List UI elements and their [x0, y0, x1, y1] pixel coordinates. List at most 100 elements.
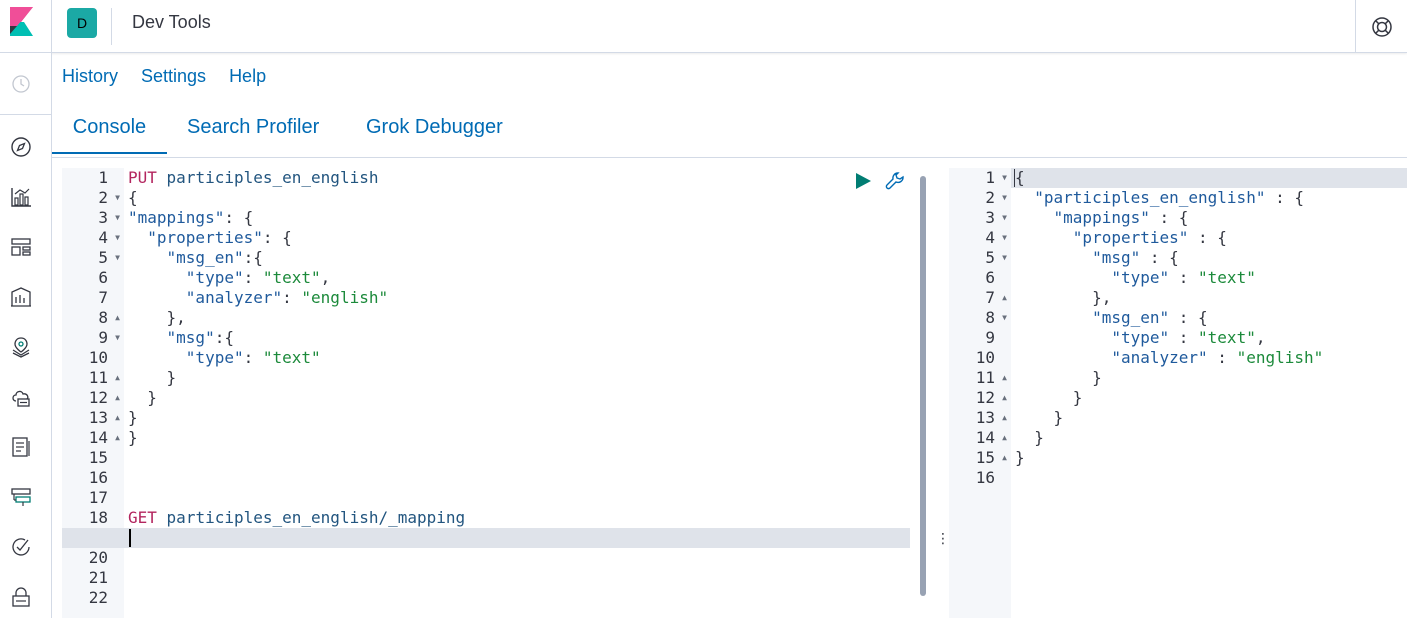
line-number: 4 ▼ — [98, 228, 120, 248]
line-number: 3 ▼ — [98, 208, 120, 228]
code-line: "msg_en" : { — [1092, 308, 1208, 327]
code-line: } — [128, 388, 157, 407]
code-line: } — [1015, 448, 1025, 467]
request-code[interactable]: PUT participles_en_english{"mappings": {… — [128, 168, 910, 608]
space-avatar[interactable]: D — [67, 8, 97, 38]
line-number: 7 ▲ — [985, 288, 1007, 308]
line-number: 14 ▲ — [975, 428, 1007, 448]
fold-open-icon[interactable]: ▼ — [115, 248, 120, 268]
fold-open-icon[interactable]: ▼ — [1002, 208, 1007, 228]
fold-close-icon[interactable]: ▲ — [1002, 448, 1007, 468]
code-line: } — [128, 428, 138, 447]
canvas-icon[interactable] — [10, 286, 32, 308]
fold-close-icon[interactable]: ▲ — [115, 408, 120, 428]
code-line: } — [128, 368, 177, 387]
code-line: "analyzer" : "english" — [1111, 348, 1324, 367]
tab-grok-debugger[interactable]: Grok Debugger — [366, 116, 503, 139]
fold-close-icon[interactable]: ▲ — [1002, 288, 1007, 308]
wrench-icon — [885, 172, 904, 190]
fold-close-icon[interactable]: ▲ — [115, 308, 120, 328]
infrastructure-icon[interactable] — [10, 486, 32, 508]
code-line: "type": "text", — [185, 268, 331, 287]
line-number: 6 — [985, 268, 995, 287]
line-number: 12 ▲ — [975, 388, 1007, 408]
send-request-button[interactable] — [852, 170, 874, 192]
line-number: 5 ▼ — [985, 248, 1007, 268]
history-link[interactable]: History — [62, 66, 118, 90]
fold-open-icon[interactable]: ▼ — [1002, 248, 1007, 268]
panel-resizer[interactable]: ⋮ — [936, 530, 950, 547]
fold-open-icon[interactable]: ▼ — [115, 208, 120, 228]
fold-open-icon[interactable]: ▼ — [1002, 228, 1007, 248]
help-link[interactable]: Help — [229, 66, 266, 90]
fold-close-icon[interactable]: ▲ — [115, 388, 120, 408]
fold-close-icon[interactable]: ▲ — [1002, 368, 1007, 388]
code-line: "msg" : { — [1092, 248, 1179, 267]
page-title: Dev Tools — [132, 12, 211, 32]
code-line: PUT participles_en_english — [128, 168, 379, 187]
line-number: 20 — [88, 548, 108, 567]
logs-icon[interactable] — [10, 436, 32, 458]
code-line: GET participles_en_english/_mapping — [128, 508, 466, 527]
editor-scrollbar[interactable] — [920, 176, 926, 596]
uptime-icon[interactable] — [10, 536, 32, 558]
recently-viewed-icon[interactable] — [10, 73, 32, 95]
code-line: { — [1015, 168, 1025, 187]
line-number: 7 — [98, 288, 108, 307]
app-header: D Dev Tools — [0, 0, 1407, 53]
code-line: } — [1015, 428, 1044, 447]
line-number: 2 ▼ — [98, 188, 120, 208]
fold-open-icon[interactable]: ▼ — [115, 328, 120, 348]
response-editor: 1 ▼ 2 ▼ 3 ▼ 4 ▼ 5 ▼ 6 7 ▲ 8 ▼ 9 10 11 ▲ 12 ▲ 13 ▲ 14 ▲ 15 ▲ 16 { "p… — [949, 168, 1407, 618]
line-number: 15 ▲ — [975, 448, 1007, 468]
fold-open-icon[interactable]: ▼ — [1002, 308, 1007, 328]
code-line: "msg_en":{ — [166, 248, 263, 267]
code-line: "type" : "text", — [1111, 328, 1266, 347]
help-button[interactable] — [1355, 0, 1407, 53]
response-line-numbers: 1 ▼ 2 ▼ 3 ▼ 4 ▼ 5 ▼ 6 7 ▲ 8 ▼ 9 10 11 ▲ 12 ▲ 13 ▲ 14 ▲ 15 ▲ 16 — [949, 168, 1011, 618]
code-line: "properties" : { — [1072, 228, 1227, 247]
code-line: "analyzer": "english" — [185, 288, 389, 307]
line-number: 15 — [88, 448, 108, 467]
visualize-icon[interactable] — [10, 186, 32, 208]
tab-search-profiler[interactable]: Search Profiler — [187, 116, 319, 139]
code-line: "msg":{ — [166, 328, 234, 347]
line-number: 1 — [98, 168, 108, 187]
line-number: 9 — [985, 328, 995, 347]
play-icon — [856, 173, 871, 189]
ml-icon[interactable] — [10, 386, 32, 408]
fold-open-icon[interactable]: ▼ — [115, 228, 120, 248]
maps-icon[interactable] — [10, 336, 32, 358]
discover-icon[interactable] — [10, 136, 32, 158]
fold-open-icon[interactable]: ▼ — [1002, 168, 1007, 188]
request-options-button[interactable] — [884, 170, 906, 192]
line-number: 4 ▼ — [985, 228, 1007, 248]
fold-close-icon[interactable]: ▲ — [115, 368, 120, 388]
line-number: 13 ▲ — [975, 408, 1007, 428]
fold-close-icon[interactable]: ▲ — [1002, 408, 1007, 428]
code-line: } — [1015, 368, 1102, 387]
code-line: "mappings" : { — [1053, 208, 1189, 227]
kibana-logo[interactable] — [0, 0, 52, 53]
line-number: 16 — [975, 468, 995, 487]
security-icon[interactable] — [10, 586, 32, 608]
text-cursor — [129, 529, 131, 547]
dashboard-icon[interactable] — [10, 236, 32, 258]
fold-open-icon[interactable]: ▼ — [1002, 188, 1007, 208]
line-number: 21 — [88, 568, 108, 587]
fold-close-icon[interactable]: ▲ — [1002, 428, 1007, 448]
code-line: }, — [128, 308, 186, 327]
request-line-numbers: 12▼3▼4▼5▼678▲9▼1011▲12▲13▲14▲15161718192… — [62, 168, 124, 618]
devtools-tabs: Console Search Profiler Grok Debugger — [52, 110, 1407, 158]
settings-link[interactable]: Settings — [141, 66, 206, 90]
fold-close-icon[interactable]: ▲ — [1002, 388, 1007, 408]
tab-console[interactable]: Console — [52, 116, 167, 154]
line-number: 11 ▲ — [975, 368, 1007, 388]
request-editor[interactable]: 12▼3▼4▼5▼678▲9▼1011▲12▲13▲14▲15161718192… — [62, 168, 931, 618]
fold-close-icon[interactable]: ▲ — [115, 428, 120, 448]
line-number: 13 ▲ — [88, 408, 120, 428]
fold-open-icon[interactable]: ▼ — [115, 188, 120, 208]
